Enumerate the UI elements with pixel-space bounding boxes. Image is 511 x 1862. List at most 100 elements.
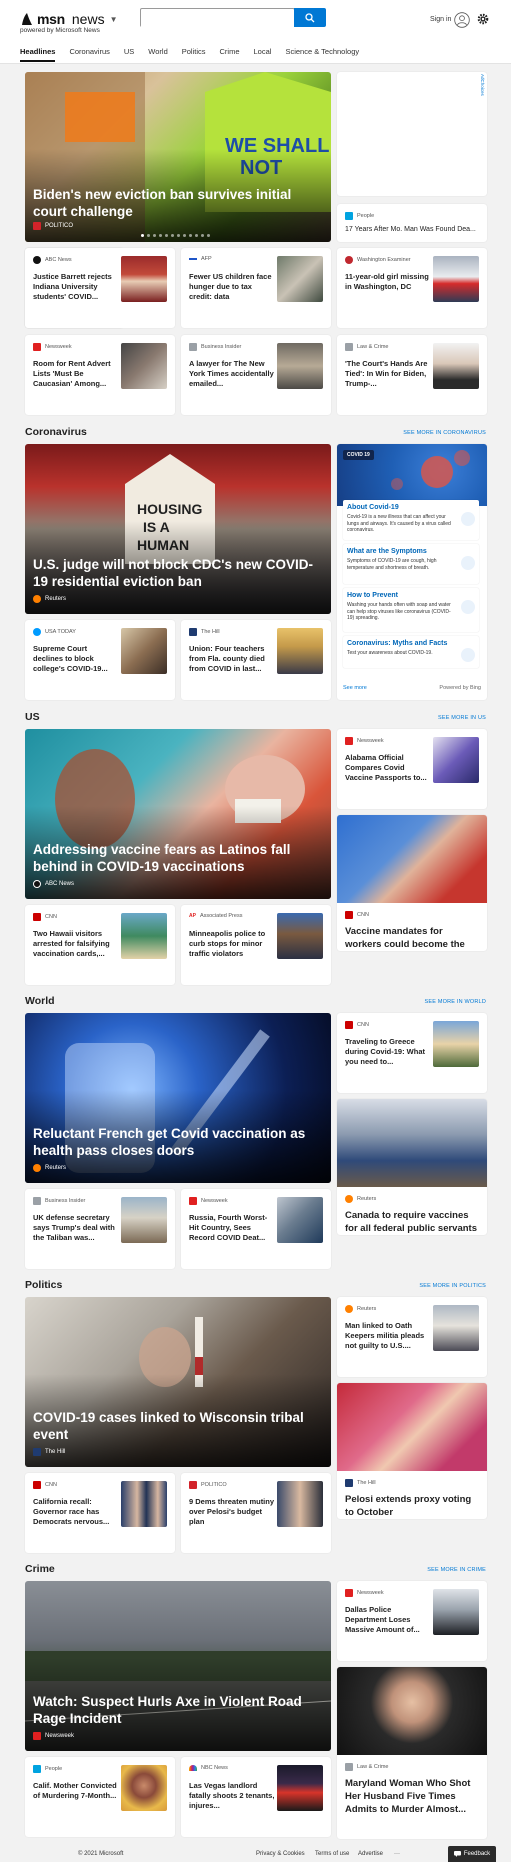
card-title[interactable]: California recall: Governor race has Dem… (33, 1497, 119, 1527)
carousel-dot[interactable] (177, 234, 180, 237)
terms-of-use-link[interactable]: Terms of use (315, 1851, 349, 1857)
card-title[interactable]: UK defense secretary says Trump's deal w… (33, 1213, 119, 1243)
top-hero-card[interactable]: WE SHALL NOT Biden's new eviction ban su… (25, 72, 331, 242)
card-title[interactable]: Man linked to Oath Keepers militia plead… (345, 1321, 431, 1351)
covid-item-symptoms[interactable]: What are the Symptoms Symptoms of COVID-… (343, 544, 479, 584)
feedback-button[interactable]: Feedback (448, 1846, 496, 1862)
carousel-dot[interactable] (141, 234, 144, 237)
covid-item-myths[interactable]: Coronavirus: Myths and Facts Test your a… (343, 636, 479, 668)
crime-hero-card[interactable]: Watch: Suspect Hurls Axe in Violent Road… (25, 1581, 331, 1751)
card-title[interactable]: Maryland Woman Who Shot Her Husband Five… (345, 1777, 479, 1816)
news-card[interactable]: Newsweek Dallas Police Department Loses … (337, 1581, 487, 1661)
tall-news-card[interactable]: The Hill Pelosi extends proxy voting to … (337, 1383, 487, 1519)
more-options-icon[interactable]: ··· (394, 1851, 400, 1857)
nav-tab-coronavirus[interactable]: Coronavirus (69, 47, 109, 56)
news-card[interactable]: People Calif. Mother Convicted of Murder… (25, 1757, 175, 1837)
world-hero-card[interactable]: Reluctant French get Covid vaccination a… (25, 1013, 331, 1183)
card-title[interactable]: 'The Court's Hands Are Tied': In Win for… (345, 359, 431, 389)
user-avatar-icon[interactable] (454, 12, 470, 28)
top-side-card[interactable]: People 17 Years After Mo. Man Was Found … (337, 204, 487, 242)
hero-headline[interactable]: Watch: Suspect Hurls Axe in Violent Road… (33, 1693, 317, 1727)
news-card[interactable]: USA TODAY Supreme Court declines to bloc… (25, 620, 175, 700)
card-title[interactable]: Fewer US children face hunger due to tax… (189, 272, 275, 302)
news-card[interactable]: CNN Two Hawaii visitors arrested for fal… (25, 905, 175, 985)
hero-headline[interactable]: Biden's new eviction ban survives initia… (33, 186, 317, 220)
section-heading-world[interactable]: World (25, 995, 55, 1007)
news-card[interactable]: CNN Traveling to Greece during Covid-19:… (337, 1013, 487, 1093)
advertise-link[interactable]: Advertise (358, 1851, 383, 1857)
news-card[interactable]: Business Insider UK defense secretary sa… (25, 1189, 175, 1269)
coronavirus-hero-card[interactable]: HOUSING IS A HUMAN U.S. judge will not b… (25, 444, 331, 614)
hero-headline[interactable]: U.S. judge will not block CDC's new COVI… (33, 556, 317, 590)
card-title[interactable]: Canada to require vaccines for all feder… (345, 1209, 479, 1235)
ad-card[interactable]: AdChoices (337, 72, 487, 196)
covid-item-about[interactable]: About Covid-19 Covid-19 is a new illness… (343, 500, 479, 540)
nav-tab-local[interactable]: Local (254, 47, 272, 56)
card-title[interactable]: Supreme Court declines to block college'… (33, 644, 119, 674)
section-heading-us[interactable]: US (25, 711, 40, 723)
nav-tab-world[interactable]: World (148, 47, 167, 56)
card-title[interactable]: Alabama Official Compares Covid Vaccine … (345, 753, 431, 783)
card-title[interactable]: Room for Rent Advert Lists 'Must Be Cauc… (33, 359, 119, 389)
card-title[interactable]: 11-year-old girl missing in Washington, … (345, 272, 431, 292)
carousel-dot[interactable] (159, 234, 162, 237)
news-card[interactable]: Newsweek Room for Rent Advert Lists 'Mus… (25, 335, 175, 415)
privacy-cookies-link[interactable]: Privacy & Cookies (256, 1851, 305, 1857)
tall-news-card[interactable]: Law & Crime Maryland Woman Who Shot Her … (337, 1667, 487, 1839)
politics-hero-card[interactable]: COVID-19 cases linked to Wisconsin triba… (25, 1297, 331, 1467)
card-title[interactable]: Justice Barrett rejects Indiana Universi… (33, 272, 119, 302)
hero-headline[interactable]: COVID-19 cases linked to Wisconsin triba… (33, 1409, 317, 1443)
section-heading-coronavirus[interactable]: Coronavirus (25, 426, 87, 438)
news-card[interactable]: Law & Crime 'The Court's Hands Are Tied'… (337, 335, 487, 415)
card-title[interactable]: Minneapolis police to curb stops for min… (189, 929, 275, 959)
adchoices-label[interactable]: AdChoices (480, 74, 485, 96)
covid-see-more-link[interactable]: See more (343, 685, 367, 691)
card-title[interactable]: Pelosi extends proxy voting to October (345, 1493, 479, 1519)
news-card[interactable]: AP Associated Press Minneapolis police to… (181, 905, 331, 985)
card-title[interactable]: A lawyer for The New York Times accident… (189, 359, 275, 389)
card-title[interactable]: Vaccine mandates for workers could becom… (345, 925, 479, 951)
carousel-dot[interactable] (207, 234, 210, 237)
carousel-dot[interactable] (195, 234, 198, 237)
chevron-down-icon[interactable]: ▼ (110, 15, 118, 24)
news-card[interactable]: Reuters Man linked to Oath Keepers milit… (337, 1297, 487, 1377)
news-card[interactable]: Newsweek Alabama Official Compares Covid… (337, 729, 487, 809)
card-title[interactable]: Calif. Mother Convicted of Murdering 7-M… (33, 1781, 119, 1801)
card-title[interactable]: 17 Years After Mo. Man Was Found Dea... (345, 226, 476, 233)
see-more-crime-link[interactable]: SEE MORE IN CRIME (427, 1567, 486, 1573)
search-button[interactable] (294, 8, 326, 27)
search-input[interactable] (141, 11, 294, 28)
section-heading-politics[interactable]: Politics (25, 1279, 62, 1291)
nav-tab-science-technology[interactable]: Science & Technology (285, 47, 359, 56)
section-heading-crime[interactable]: Crime (25, 1563, 55, 1575)
nav-tab-us[interactable]: US (124, 47, 134, 56)
carousel-dot[interactable] (171, 234, 174, 237)
news-card[interactable]: Washington Examiner 11-year-old girl mis… (337, 248, 487, 328)
card-title[interactable]: Union: Four teachers from Fla. county di… (189, 644, 275, 674)
card-title[interactable]: Dallas Police Department Loses Massive A… (345, 1605, 431, 1635)
sign-in-link[interactable]: Sign in (430, 16, 451, 23)
covid-item-prevent[interactable]: How to Prevent Washing your hands often … (343, 588, 479, 632)
news-card[interactable]: AFP Fewer US children face hunger due to… (181, 248, 331, 328)
carousel-dot[interactable] (189, 234, 192, 237)
card-title[interactable]: 9 Dems threaten mutiny over Pelosi's bud… (189, 1497, 275, 1527)
see-more-coronavirus-link[interactable]: SEE MORE IN CORONAVIRUS (403, 430, 486, 436)
news-card[interactable]: Newsweek Russia, Fourth Worst-Hit Countr… (181, 1189, 331, 1269)
news-card[interactable]: ABC News Justice Barrett rejects Indiana… (25, 248, 175, 328)
nav-tab-politics[interactable]: Politics (182, 47, 206, 56)
news-card[interactable]: POLITICO 9 Dems threaten mutiny over Pel… (181, 1473, 331, 1553)
tall-news-card[interactable]: CNN Vaccine mandates for workers could b… (337, 815, 487, 951)
us-hero-card[interactable]: Addressing vaccine fears as Latinos fall… (25, 729, 331, 899)
see-more-us-link[interactable]: SEE MORE IN US (438, 715, 486, 721)
carousel-dot[interactable] (153, 234, 156, 237)
carousel-dot[interactable] (147, 234, 150, 237)
tall-news-card[interactable]: Reuters Canada to require vaccines for a… (337, 1099, 487, 1235)
carousel-dot[interactable] (201, 234, 204, 237)
see-more-politics-link[interactable]: SEE MORE IN POLITICS (419, 1283, 486, 1289)
nav-tab-crime[interactable]: Crime (220, 47, 240, 56)
see-more-world-link[interactable]: SEE MORE IN WORLD (425, 999, 486, 1005)
carousel-dot[interactable] (165, 234, 168, 237)
news-card[interactable]: The Hill Union: Four teachers from Fla. … (181, 620, 331, 700)
news-card[interactable]: CNN California recall: Governor race has… (25, 1473, 175, 1553)
card-title[interactable]: Russia, Fourth Worst-Hit Country, Sees R… (189, 1213, 275, 1243)
